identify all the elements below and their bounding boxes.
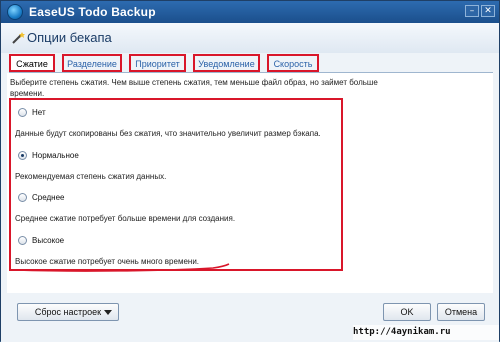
tab-priority[interactable]: Приоритет xyxy=(129,54,186,72)
wand-icon xyxy=(12,32,25,44)
radio-medium[interactable] xyxy=(18,193,27,202)
option-none-label[interactable]: Нет xyxy=(32,108,46,117)
radio-none[interactable] xyxy=(18,108,27,117)
watermark-url: http://4aynikam.ru xyxy=(353,325,499,340)
tab-speed[interactable]: Скорость xyxy=(267,54,319,72)
tab-splitting[interactable]: Разделение xyxy=(62,54,122,72)
tab-compression[interactable]: Сжатие xyxy=(9,54,55,72)
close-button[interactable]: ✕ xyxy=(481,5,495,17)
radio-high[interactable] xyxy=(18,236,27,245)
reset-settings-label: Сброс настроек xyxy=(34,307,102,317)
option-medium-label[interactable]: Среднее xyxy=(32,193,64,202)
reset-settings-button[interactable]: Сброс настроек xyxy=(17,303,119,321)
app-window: EaseUS Todo Backup – ✕ Опции бекапа Сжат… xyxy=(0,0,500,342)
minimize-button[interactable]: – xyxy=(465,5,479,17)
ok-button[interactable]: OK xyxy=(383,303,431,321)
app-title: EaseUS Todo Backup xyxy=(29,5,156,19)
title-bar[interactable]: EaseUS Todo Backup – ✕ xyxy=(1,1,499,23)
compression-options-group xyxy=(9,98,343,271)
compression-description: Выберите степень сжатия. Чем выше степен… xyxy=(10,78,378,98)
option-medium-description: Среднее сжатие потребует больше времени … xyxy=(15,214,236,223)
radio-normal[interactable] xyxy=(18,151,27,160)
option-high-label[interactable]: Высокое xyxy=(32,236,64,245)
dropdown-arrow-icon xyxy=(104,310,112,315)
option-normal-description: Рекомендуемая степень сжатия данных. xyxy=(15,172,167,181)
option-none-description: Данные будут скопированы без сжатия, что… xyxy=(15,129,321,138)
red-underline-mark xyxy=(15,263,230,272)
option-normal-label[interactable]: Нормальное xyxy=(32,151,79,160)
dialog-title: Опции бекапа xyxy=(27,30,112,45)
tab-notification[interactable]: Уведомление xyxy=(193,54,260,72)
app-logo-icon xyxy=(7,4,23,20)
cancel-button[interactable]: Отмена xyxy=(437,303,485,321)
